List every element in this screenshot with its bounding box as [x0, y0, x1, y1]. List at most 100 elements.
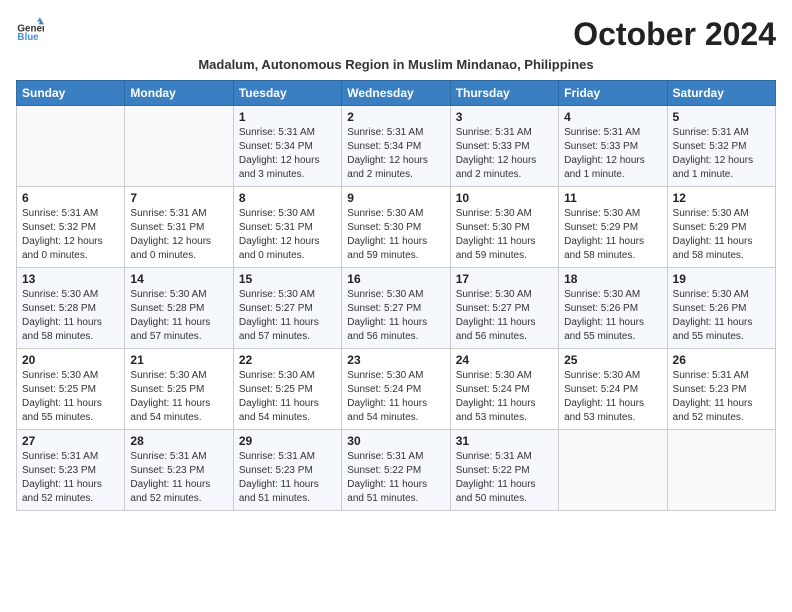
day-number: 12 [673, 191, 770, 205]
day-number: 24 [456, 353, 553, 367]
day-info: Sunrise: 5:30 AM Sunset: 5:29 PM Dayligh… [673, 207, 770, 263]
day-number: 5 [673, 110, 770, 124]
column-header-thursday: Thursday [450, 81, 558, 106]
column-header-tuesday: Tuesday [233, 81, 341, 106]
calendar-cell: 22Sunrise: 5:30 AM Sunset: 5:25 PM Dayli… [233, 349, 341, 430]
calendar-cell [17, 106, 125, 187]
day-number: 13 [22, 272, 119, 286]
calendar-cell: 23 Sunrise: 5:30 AM Sunset: 5:24 PM Dayli… [342, 349, 450, 430]
day-number: 16 [347, 272, 444, 286]
calendar-cell: 6 Sunrise: 5:31 AM Sunset: 5:32 PM Daylig… [17, 187, 125, 268]
day-info: Sunrise: 5:31 AM Sunset: 5:32 PM Dayligh… [22, 207, 119, 263]
column-header-wednesday: Wednesday [342, 81, 450, 106]
calendar-cell: 19 Sunrise: 5:30 AM Sunset: 5:26 PM Dayli… [667, 268, 775, 349]
calendar-cell: 17 Sunrise: 5:30 AM Sunset: 5:27 PM Dayli… [450, 268, 558, 349]
day-info: Sunrise: 5:30 AM Sunset: 5:31 PM Dayligh… [239, 207, 336, 263]
calendar-cell: 1 Sunrise: 5:31 AM Sunset: 5:34 PM Daylig… [233, 106, 341, 187]
column-header-sunday: Sunday [17, 81, 125, 106]
day-info: Sunrise: 5:30 AM Sunset: 5:26 PM Dayligh… [564, 288, 661, 344]
day-number: 18 [564, 272, 661, 286]
svg-text:Blue: Blue [17, 32, 39, 43]
calendar-cell: 28 Sunrise: 5:31 AM Sunset: 5:23 PM Dayli… [125, 430, 233, 511]
day-info: Sunrise: 5:30 AM Sunset: 5:25 PM Dayligh… [22, 369, 119, 425]
day-number: 23 [347, 353, 444, 367]
day-info: Sunrise: 5:30 AM Sunset: 5:30 PM Dayligh… [456, 207, 553, 263]
calendar-cell: 30 Sunrise: 5:31 AM Sunset: 5:22 PM Dayli… [342, 430, 450, 511]
calendar-cell: 31 Sunrise: 5:31 AM Sunset: 5:22 PM Dayli… [450, 430, 558, 511]
calendar-cell [125, 106, 233, 187]
page-header: General Blue October 2024 [16, 16, 776, 53]
calendar-cell: 18 Sunrise: 5:30 AM Sunset: 5:26 PM Dayli… [559, 268, 667, 349]
day-info: Sunrise: 5:31 AM Sunset: 5:34 PM Dayligh… [239, 126, 336, 182]
day-number: 25 [564, 353, 661, 367]
calendar-cell: 20Sunrise: 5:30 AM Sunset: 5:25 PM Dayli… [17, 349, 125, 430]
calendar-week-1: 1 Sunrise: 5:31 AM Sunset: 5:34 PM Daylig… [17, 106, 776, 187]
day-number: 17 [456, 272, 553, 286]
day-info: Sunrise: 5:31 AM Sunset: 5:23 PM Dayligh… [239, 450, 336, 506]
month-title: October 2024 [573, 16, 776, 53]
day-info: Sunrise: 5:31 AM Sunset: 5:31 PM Dayligh… [130, 207, 227, 263]
calendar-cell [667, 430, 775, 511]
day-number: 29 [239, 434, 336, 448]
calendar-cell: 14 Sunrise: 5:30 AM Sunset: 5:28 PM Dayli… [125, 268, 233, 349]
day-info: Sunrise: 5:31 AM Sunset: 5:34 PM Dayligh… [347, 126, 444, 182]
calendar-week-5: 27 Sunrise: 5:31 AM Sunset: 5:23 PM Dayli… [17, 430, 776, 511]
calendar-cell: 21Sunrise: 5:30 AM Sunset: 5:25 PM Dayli… [125, 349, 233, 430]
calendar-table: SundayMondayTuesdayWednesdayThursdayFrid… [16, 80, 776, 511]
day-info: Sunrise: 5:30 AM Sunset: 5:28 PM Dayligh… [130, 288, 227, 344]
calendar-cell: 26 Sunrise: 5:31 AM Sunset: 5:23 PM Dayli… [667, 349, 775, 430]
calendar-cell: 7Sunrise: 5:31 AM Sunset: 5:31 PM Daylig… [125, 187, 233, 268]
day-info: Sunrise: 5:30 AM Sunset: 5:24 PM Dayligh… [456, 369, 553, 425]
day-number: 11 [564, 191, 661, 205]
day-info: Sunrise: 5:30 AM Sunset: 5:27 PM Dayligh… [456, 288, 553, 344]
day-info: Sunrise: 5:30 AM Sunset: 5:29 PM Dayligh… [564, 207, 661, 263]
calendar-cell: 5 Sunrise: 5:31 AM Sunset: 5:32 PM Daylig… [667, 106, 775, 187]
calendar-cell: 11 Sunrise: 5:30 AM Sunset: 5:29 PM Dayli… [559, 187, 667, 268]
day-info: Sunrise: 5:31 AM Sunset: 5:32 PM Dayligh… [673, 126, 770, 182]
day-number: 14 [130, 272, 227, 286]
day-info: Sunrise: 5:30 AM Sunset: 5:30 PM Dayligh… [347, 207, 444, 263]
day-number: 31 [456, 434, 553, 448]
day-info: Sunrise: 5:30 AM Sunset: 5:27 PM Dayligh… [347, 288, 444, 344]
day-number: 30 [347, 434, 444, 448]
calendar-cell: 29 Sunrise: 5:31 AM Sunset: 5:23 PM Dayli… [233, 430, 341, 511]
day-number: 10 [456, 191, 553, 205]
day-number: 26 [673, 353, 770, 367]
day-info: Sunrise: 5:30 AM Sunset: 5:26 PM Dayligh… [673, 288, 770, 344]
day-number: 4 [564, 110, 661, 124]
day-info: Sunrise: 5:31 AM Sunset: 5:23 PM Dayligh… [673, 369, 770, 425]
calendar-cell [559, 430, 667, 511]
day-info: Sunrise: 5:30 AM Sunset: 5:24 PM Dayligh… [347, 369, 444, 425]
day-number: 2 [347, 110, 444, 124]
calendar-cell: 12 Sunrise: 5:30 AM Sunset: 5:29 PM Dayli… [667, 187, 775, 268]
day-info: Sunrise: 5:31 AM Sunset: 5:23 PM Dayligh… [22, 450, 119, 506]
day-info: Sunrise: 5:31 AM Sunset: 5:23 PM Dayligh… [130, 450, 227, 506]
calendar-cell: 9 Sunrise: 5:30 AM Sunset: 5:30 PM Daylig… [342, 187, 450, 268]
day-number: 6 [22, 191, 119, 205]
day-info: Sunrise: 5:31 AM Sunset: 5:22 PM Dayligh… [347, 450, 444, 506]
calendar-week-3: 13 Sunrise: 5:30 AM Sunset: 5:28 PM Dayli… [17, 268, 776, 349]
calendar-cell: 10 Sunrise: 5:30 AM Sunset: 5:30 PM Dayli… [450, 187, 558, 268]
day-info: Sunrise: 5:30 AM Sunset: 5:24 PM Dayligh… [564, 369, 661, 425]
day-number: 15 [239, 272, 336, 286]
day-info: Sunrise: 5:30 AM Sunset: 5:28 PM Dayligh… [22, 288, 119, 344]
day-info: Sunrise: 5:31 AM Sunset: 5:22 PM Dayligh… [456, 450, 553, 506]
calendar-cell: 2 Sunrise: 5:31 AM Sunset: 5:34 PM Daylig… [342, 106, 450, 187]
day-number: 9 [347, 191, 444, 205]
calendar-cell: 27 Sunrise: 5:31 AM Sunset: 5:23 PM Dayli… [17, 430, 125, 511]
day-number: 1 [239, 110, 336, 124]
calendar-cell: 8Sunrise: 5:30 AM Sunset: 5:31 PM Daylig… [233, 187, 341, 268]
column-header-friday: Friday [559, 81, 667, 106]
column-header-monday: Monday [125, 81, 233, 106]
day-info: Sunrise: 5:30 AM Sunset: 5:25 PM Dayligh… [239, 369, 336, 425]
calendar-cell: 25 Sunrise: 5:30 AM Sunset: 5:24 PM Dayli… [559, 349, 667, 430]
calendar-cell: 24 Sunrise: 5:30 AM Sunset: 5:24 PM Dayli… [450, 349, 558, 430]
day-number: 28 [130, 434, 227, 448]
logo: General Blue [16, 16, 46, 44]
column-header-saturday: Saturday [667, 81, 775, 106]
day-info: Sunrise: 5:30 AM Sunset: 5:25 PM Dayligh… [130, 369, 227, 425]
calendar-cell: 15Sunrise: 5:30 AM Sunset: 5:27 PM Dayli… [233, 268, 341, 349]
calendar-week-4: 20Sunrise: 5:30 AM Sunset: 5:25 PM Dayli… [17, 349, 776, 430]
day-number: 27 [22, 434, 119, 448]
day-number: 19 [673, 272, 770, 286]
